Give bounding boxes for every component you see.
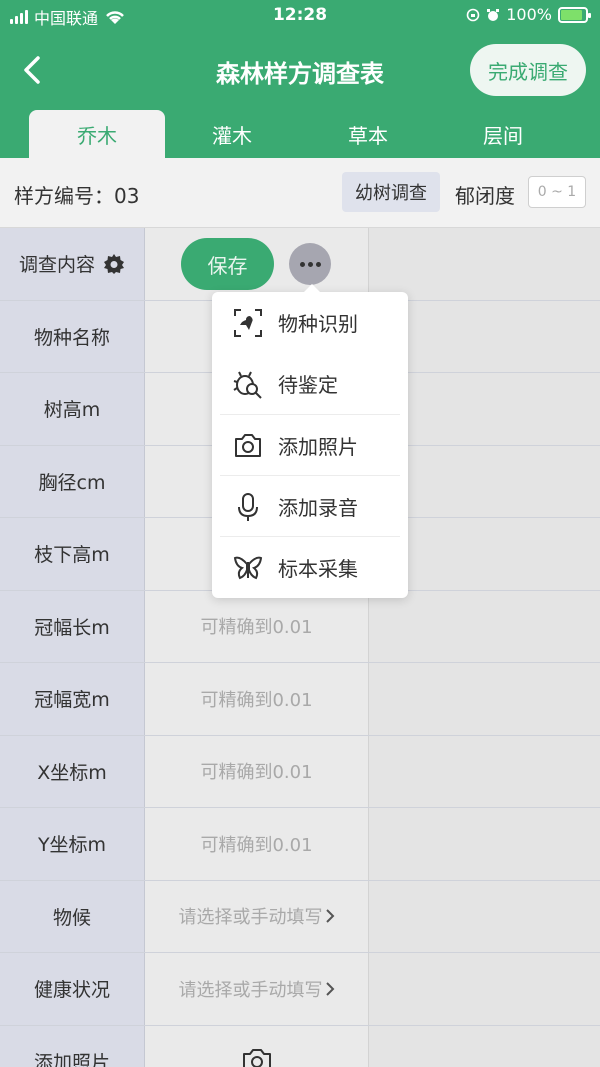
tab-interlayer[interactable]: 层间 (435, 110, 571, 158)
tab-shrub[interactable]: 灌木 (164, 110, 300, 158)
row-label: 冠幅宽m (0, 663, 145, 735)
row-extra-cell (369, 953, 600, 1025)
row-extra-cell (369, 880, 600, 952)
row-value-input[interactable]: 可精确到0.01 (145, 590, 369, 662)
sapling-survey-button[interactable]: 幼树调查 (342, 172, 440, 212)
row-label: 添加照片 (0, 1025, 145, 1067)
row-label: 树高m (0, 373, 145, 445)
menu-item-pending-identify[interactable]: 待鉴定 (212, 353, 408, 414)
dot (299, 261, 305, 267)
select-placeholder: 请选择或手动填写 (178, 979, 323, 1001)
row-extra-cell (369, 735, 600, 807)
chevron-right-icon (325, 982, 334, 996)
select-placeholder: 请选择或手动填写 (178, 907, 323, 929)
menu-item-label: 添加照片 (278, 435, 358, 459)
gear-icon[interactable] (103, 253, 125, 275)
tab-tree[interactable]: 乔木 (29, 110, 165, 158)
battery-icon (558, 6, 591, 23)
canopy-density-label: 郁闭度 (455, 184, 515, 208)
survey-content-header: 调查内容 (0, 228, 145, 300)
add-photo-cell[interactable] (145, 1025, 369, 1067)
row-value-input[interactable]: 可精确到0.01 (145, 663, 369, 735)
table-row: 物候 请选择或手动填写 (0, 880, 600, 953)
dot (307, 261, 313, 267)
menu-item-label: 待鉴定 (278, 373, 338, 397)
finish-survey-button[interactable]: 完成调查 (470, 44, 586, 96)
table-row: 冠幅长m 可精确到0.01 (0, 590, 600, 663)
canopy-density-input[interactable]: 0 ~ 1 (528, 176, 586, 208)
tab-bar: 乔木 灌木 草本 层间 (0, 110, 600, 158)
menu-item-species-identify[interactable]: 物种识别 (212, 292, 408, 353)
app-header: 中国联通 12:28 100% 森林样方调查表 完成调查 乔木 灌木 草本 层间 (0, 0, 600, 158)
row-value-input[interactable]: 可精确到0.01 (145, 808, 369, 880)
table-row: 添加照片 (0, 1025, 600, 1067)
table-row: 冠幅宽m 可精确到0.01 (0, 663, 600, 736)
row-label: 健康状况 (0, 953, 145, 1025)
row-label: 胸径cm (0, 445, 145, 517)
row-value-select[interactable]: 请选择或手动填写 (145, 953, 369, 1025)
camera-icon (242, 1049, 271, 1067)
menu-item-label: 物种识别 (278, 312, 358, 336)
row-value-select[interactable]: 请选择或手动填写 (145, 880, 369, 952)
menu-item-add-photo[interactable]: 添加照片 (212, 415, 408, 476)
orientation-lock-icon (466, 8, 480, 21)
chevron-right-icon (325, 909, 334, 923)
info-bar: 样方编号：03 幼树调查 郁闭度 (0, 158, 600, 228)
row-extra-cell (369, 663, 600, 735)
save-button[interactable]: 保存 (181, 238, 274, 290)
more-actions-menu: 物种识别 待鉴定 添加照片 添加录音 标本采集 (212, 284, 408, 598)
row-value-input[interactable]: 可精确到0.01 (145, 735, 369, 807)
row-label: 物候 (0, 880, 145, 952)
menu-item-add-recording[interactable]: 添加录音 (212, 476, 408, 537)
table-row: Y坐标m 可精确到0.01 (0, 808, 600, 881)
plot-number: 样方编号：03 (14, 184, 140, 208)
row-extra-cell (369, 808, 600, 880)
row-label: Y坐标m (0, 808, 145, 880)
menu-item-label: 添加录音 (278, 496, 358, 520)
menu-item-specimen-collect[interactable]: 标本采集 (212, 537, 408, 598)
alarm-icon (487, 8, 500, 21)
butterfly-icon (232, 552, 264, 584)
row-label: 枝下高m (0, 518, 145, 590)
row-label: X坐标m (0, 735, 145, 807)
row-label: 物种名称 (0, 300, 145, 372)
microphone-icon (232, 491, 264, 523)
more-button[interactable] (289, 243, 331, 285)
pending-identify-icon (232, 368, 264, 400)
survey-extra-cell (369, 228, 600, 300)
species-scan-icon (232, 307, 264, 339)
tab-herb[interactable]: 草本 (300, 110, 436, 158)
dot (315, 261, 321, 267)
status-bar: 中国联通 12:28 100% (0, 0, 600, 32)
menu-item-label: 标本采集 (278, 557, 358, 581)
camera-icon (232, 430, 264, 462)
battery-percent: 100% (506, 5, 552, 24)
table-row: X坐标m 可精确到0.01 (0, 735, 600, 808)
row-extra-cell (369, 1025, 600, 1067)
survey-content-label: 调查内容 (18, 254, 95, 277)
table-row: 健康状况 请选择或手动填写 (0, 953, 600, 1026)
row-extra-cell (369, 590, 600, 662)
row-label: 冠幅长m (0, 590, 145, 662)
